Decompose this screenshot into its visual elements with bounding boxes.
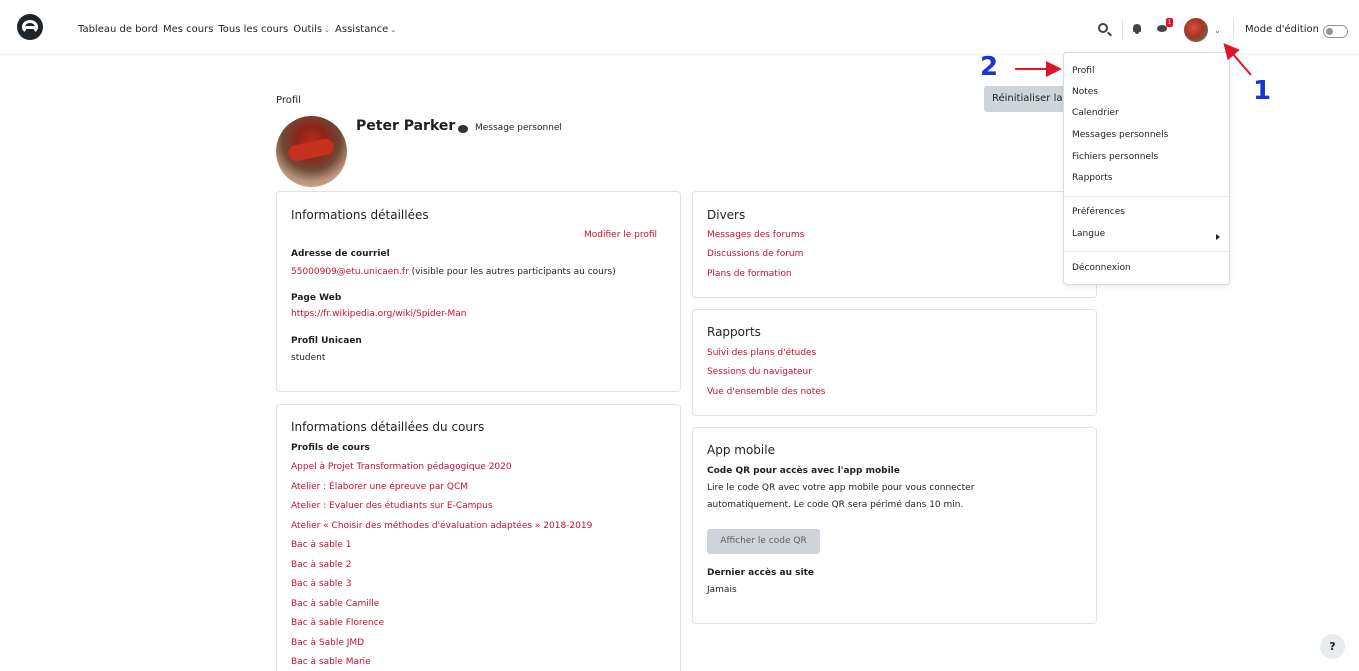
notification-bell-icon[interactable] (1133, 24, 1141, 34)
avatar-figure-shape (286, 137, 336, 163)
email-label: Adresse de courriel (291, 249, 390, 259)
forum-discussions-link[interactable]: Discussions de forum (707, 249, 803, 259)
browser-sessions-link[interactable]: Sessions du navigateur (707, 367, 812, 377)
site-logo[interactable] (17, 14, 43, 40)
course-link[interactable]: Bac à sable Marie (291, 657, 371, 667)
menu-item-private-messages[interactable]: Messages personnels (1072, 130, 1168, 140)
study-plan-tracking-link[interactable]: Suivi des plans d'études (707, 348, 816, 358)
webpage-label: Page Web (291, 293, 342, 303)
miscellaneous-card: Divers Messages des forums Discussions d… (692, 191, 1097, 298)
course-link[interactable]: Bac à sable Camille (291, 599, 379, 609)
menu-item-language[interactable]: Langue (1072, 229, 1105, 239)
edit-mode-label: Mode d'édition (1245, 24, 1319, 35)
personal-message-link[interactable]: Message personnel (475, 123, 562, 133)
profile-avatar (276, 116, 347, 187)
qr-code-label: Code QR pour accès avec l'app mobile (707, 466, 900, 476)
message-count-badge: 1 (1166, 18, 1173, 27)
last-access-value: Jamais (707, 585, 737, 595)
card-title: App mobile (707, 443, 775, 457)
primary-navigation: Tableau de bord Mes cours Tous les cours… (78, 24, 401, 35)
menu-item-profile[interactable]: Profil (1072, 66, 1094, 76)
email-link[interactable]: 55000909@etu.unicaen.fr (291, 267, 409, 277)
user-avatar-menu[interactable] (1184, 18, 1208, 42)
logo-bar-shape (24, 26, 37, 29)
show-qr-code-button[interactable]: Afficher le code QR (707, 529, 820, 554)
card-title: Informations détaillées (291, 208, 429, 222)
course-link[interactable]: Bac à Sable JMD (291, 638, 364, 648)
course-link[interactable]: Bac à sable 3 (291, 579, 351, 589)
annotation-step-1: 1 (1253, 76, 1272, 106)
chevron-down-icon[interactable]: ⌄ (1214, 26, 1221, 35)
breadcrumb: Profil (276, 95, 301, 106)
learning-plans-link[interactable]: Plans de formation (707, 269, 792, 279)
last-access-label: Dernier accès au site (707, 568, 814, 578)
email-visibility-note: (visible pour les autres participants au… (408, 267, 616, 277)
menu-item-preferences[interactable]: Préférences (1072, 207, 1125, 217)
nav-menu-tools[interactable]: Outils ⌄ (293, 24, 330, 35)
profile-type-value: student (291, 353, 326, 363)
course-profiles-label: Profils de cours (291, 443, 370, 453)
mobile-app-card: App mobile Code QR pour accès avec l'app… (692, 427, 1097, 624)
card-title: Divers (707, 208, 746, 222)
course-link[interactable]: Bac à sable 1 (291, 540, 351, 550)
chevron-down-icon: ⌄ (390, 26, 397, 34)
edit-profile-link[interactable]: Modifier le profil (584, 230, 657, 240)
nav-menu-assistance-label: Assistance (335, 24, 389, 35)
card-title: Informations détaillées du cours (291, 420, 485, 434)
page-title: Peter Parker (356, 118, 456, 134)
speech-bubble-icon[interactable] (458, 125, 468, 133)
nav-divider (1233, 19, 1234, 39)
profile-type-label: Profil Unicaen (291, 336, 362, 346)
card-title: Rapports (707, 325, 761, 339)
email-row: 55000909@etu.unicaen.fr (visible pour le… (291, 266, 616, 277)
user-menu-dropdown: Profil Notes Calendrier Messages personn… (1063, 52, 1230, 285)
chevron-down-icon: ⌄ (324, 26, 331, 34)
menu-divider (1064, 196, 1229, 197)
course-link[interactable]: Atelier : Evaluer des étudiants sur E-Ca… (291, 501, 493, 511)
menu-item-logout[interactable]: Déconnexion (1072, 263, 1131, 273)
search-icon[interactable] (1098, 23, 1108, 33)
nav-menu-tools-label: Outils (293, 24, 323, 35)
edit-mode-toggle[interactable] (1323, 25, 1348, 38)
menu-item-grades[interactable]: Notes (1072, 87, 1098, 97)
nav-divider (1122, 19, 1123, 39)
nav-link-dashboard[interactable]: Tableau de bord (78, 24, 158, 35)
course-details-card: Informations détaillées du cours Profils… (276, 404, 681, 671)
menu-divider (1064, 251, 1229, 252)
menu-item-reports[interactable]: Rapports (1072, 173, 1112, 183)
top-navbar: Tableau de bord Mes cours Tous les cours… (0, 0, 1359, 55)
menu-item-private-files[interactable]: Fichiers personnels (1072, 152, 1158, 162)
nav-menu-assistance[interactable]: Assistance ⌄ (335, 24, 396, 35)
nav-link-my-courses[interactable]: Mes cours (163, 24, 213, 35)
forum-posts-link[interactable]: Messages des forums (707, 230, 804, 240)
course-link[interactable]: Appel à Projet Transformation pédagogiqu… (291, 462, 512, 472)
grades-overview-link[interactable]: Vue d'ensemble des notes (707, 387, 825, 397)
submenu-arrow-icon (1216, 234, 1220, 240)
annotation-step-2: 2 (980, 52, 999, 82)
course-link[interactable]: Bac à sable 2 (291, 560, 351, 570)
toggle-knob (1326, 28, 1333, 35)
course-link[interactable]: Atelier : Élaborer une épreuve par QCM (291, 482, 468, 492)
help-button[interactable]: ? (1320, 634, 1345, 659)
reports-card: Rapports Suivi des plans d'études Sessio… (692, 309, 1097, 416)
user-details-card: Informations détaillées Modifier le prof… (276, 191, 681, 392)
webpage-link[interactable]: https://fr.wikipedia.org/wiki/Spider-Man (291, 309, 467, 319)
nav-link-all-courses[interactable]: Tous les cours (218, 24, 288, 35)
menu-item-calendar[interactable]: Calendrier (1072, 108, 1119, 118)
course-link[interactable]: Atelier « Choisir des méthodes d'évaluat… (291, 521, 592, 531)
qr-code-description-line1: Lire le code QR avec votre app mobile po… (707, 483, 975, 493)
course-link[interactable]: Bac à sable Florence (291, 618, 384, 628)
qr-code-description-line2: automatiquement. Le code QR sera périmé … (707, 500, 964, 510)
